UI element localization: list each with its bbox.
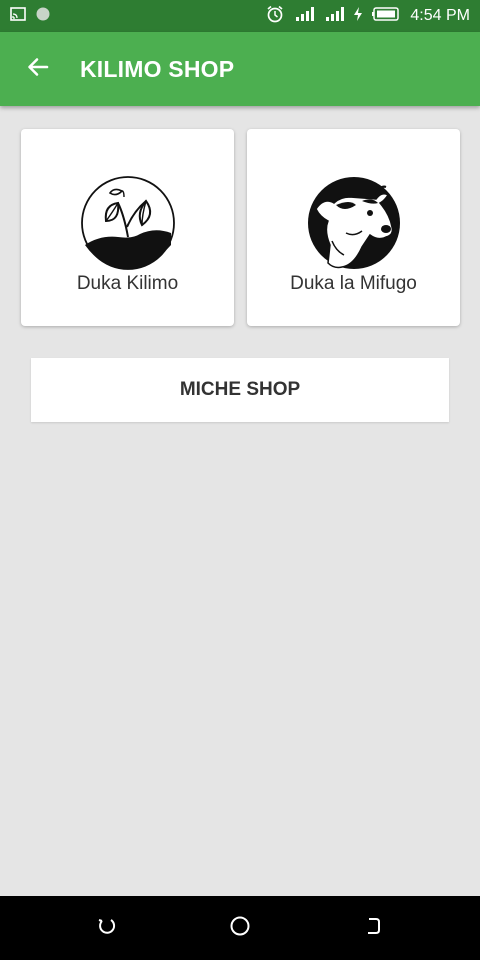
screen-cast-icon [10, 6, 26, 26]
arrow-left-icon [26, 55, 50, 84]
alarm-icon [266, 5, 284, 28]
signal-icon [324, 6, 345, 27]
plant-sprout-icon [80, 175, 176, 271]
duka-la-mifugo-card[interactable]: Duka la Mifugo [247, 129, 460, 326]
navigation-bar [0, 896, 480, 960]
back-button[interactable] [18, 49, 58, 89]
page-title: KILIMO SHOP [80, 55, 235, 82]
battery-icon [372, 6, 400, 26]
status-left [10, 6, 50, 26]
card-label: Duka Kilimo [76, 273, 179, 294]
status-right: 4:54 PM [266, 5, 470, 28]
notification-dot-icon [36, 7, 50, 26]
charging-icon [354, 6, 363, 26]
home-button[interactable] [225, 913, 255, 943]
recent-apps-icon [96, 915, 118, 942]
status-time: 4:54 PM [410, 7, 470, 24]
system-back-button[interactable] [358, 913, 388, 943]
home-icon [229, 915, 251, 942]
card-label: Duka la Mifugo [290, 273, 417, 294]
back-icon [362, 915, 384, 942]
recent-apps-button[interactable] [92, 913, 122, 943]
signal-icon [294, 6, 315, 27]
cow-head-icon [306, 175, 402, 271]
miche-shop-button[interactable]: MICHE SHOP [31, 358, 449, 422]
app-bar: KILIMO SHOP [0, 32, 480, 106]
duka-kilimo-card[interactable]: Duka Kilimo [21, 129, 234, 326]
status-bar: 4:54 PM [0, 0, 480, 32]
